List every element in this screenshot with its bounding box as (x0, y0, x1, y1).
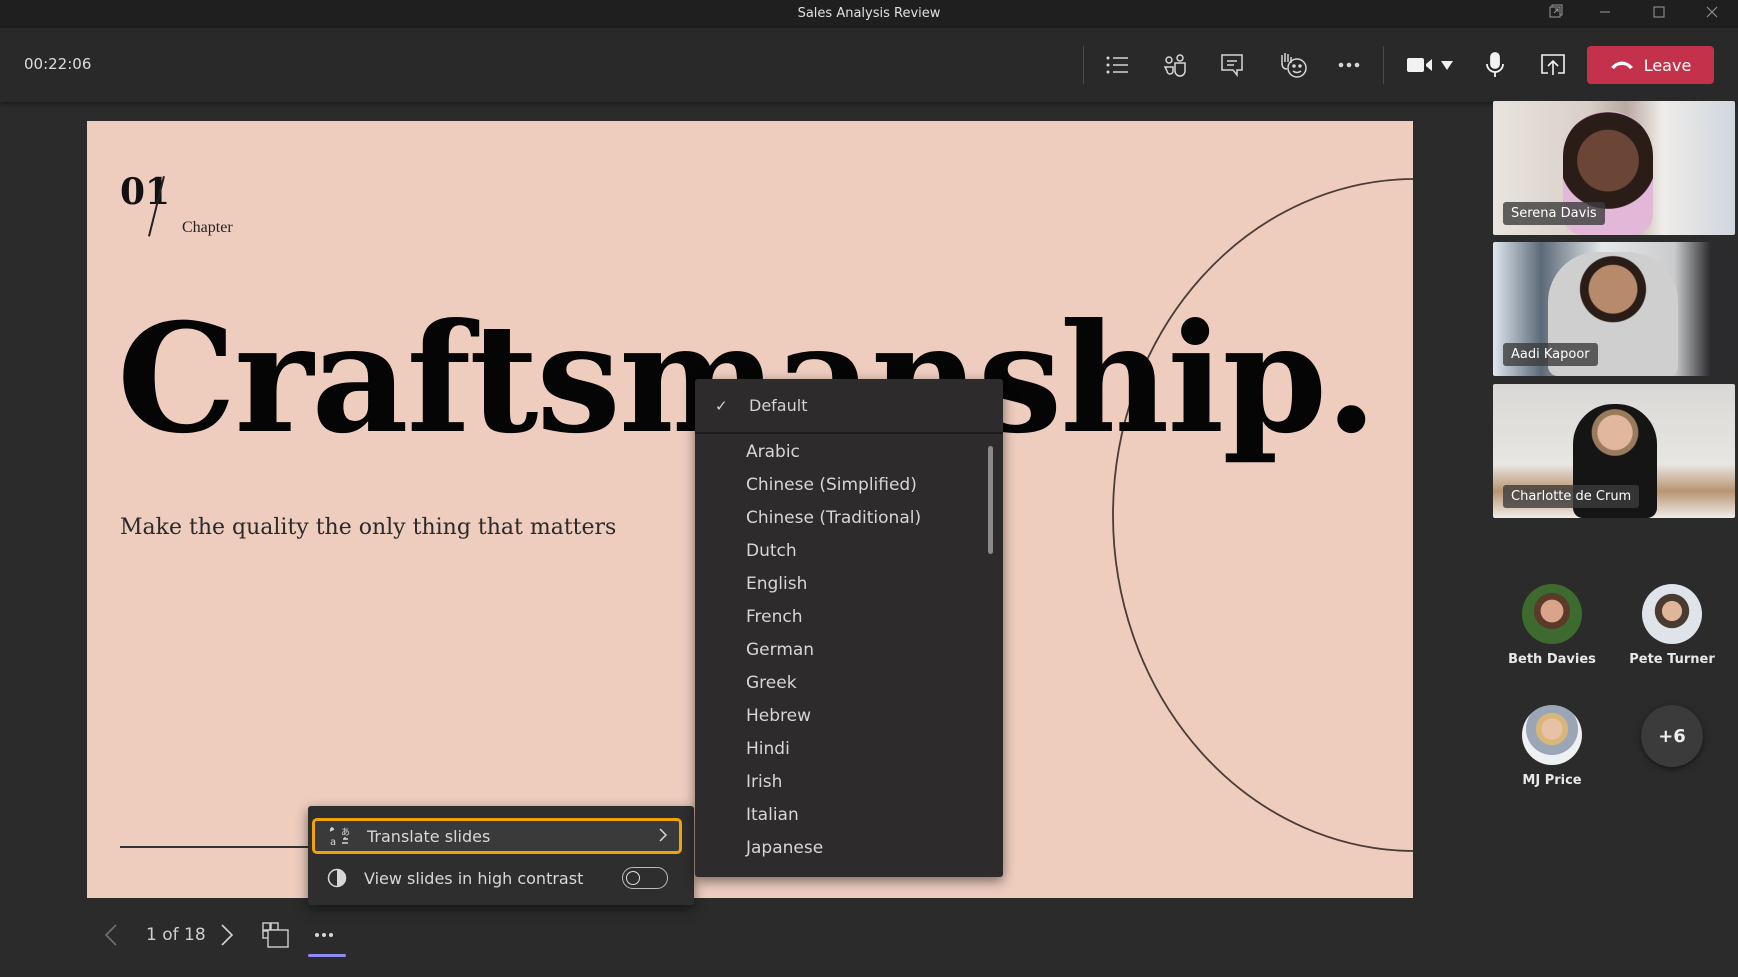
video-tile[interactable]: Charlotte de Crum (1493, 384, 1735, 518)
language-option-default[interactable]: ✓ Default (695, 379, 1003, 434)
chat-icon (1221, 54, 1243, 77)
language-option[interactable]: Chinese (Simplified) (695, 469, 1003, 502)
high-contrast-toggle[interactable] (622, 867, 668, 889)
active-indicator (308, 954, 346, 957)
chevron-right-icon (221, 924, 234, 946)
list-icon (1106, 56, 1128, 74)
more-slide-options-button[interactable] (314, 920, 334, 950)
language-option[interactable]: English (695, 568, 1003, 601)
minimize-icon[interactable] (1594, 4, 1616, 24)
participant-name: Beth Davies (1508, 652, 1596, 667)
participant-name: Aadi Kapoor (1503, 343, 1598, 366)
participant-name: Serena Davis (1503, 202, 1605, 225)
participant-name: MJ Price (1522, 773, 1582, 788)
checkmark-icon: ✓ (715, 396, 728, 415)
participant-avatar[interactable]: MJ Price (1497, 705, 1607, 788)
video-camera-icon (1407, 58, 1432, 72)
language-option[interactable]: Irish (695, 766, 1003, 799)
hang-up-icon (1610, 61, 1633, 69)
chevron-right-icon (659, 827, 668, 846)
caret-down-icon (1441, 60, 1453, 70)
language-option[interactable]: German (695, 634, 1003, 667)
raise-hand-emoji-icon (1281, 53, 1307, 78)
video-tile[interactable]: Aadi Kapoor (1493, 242, 1735, 376)
toolbar-divider (1083, 46, 1084, 84)
language-label: Default (749, 396, 808, 415)
participant-name: Pete Turner (1629, 652, 1715, 667)
microphone-button[interactable] (1475, 47, 1515, 83)
camera-options-button[interactable] (1432, 47, 1462, 83)
toolbar-divider (1383, 46, 1384, 84)
participant-avatar[interactable]: Pete Turner (1617, 584, 1727, 667)
react-button[interactable] (1273, 47, 1313, 83)
language-option[interactable]: Dutch (695, 535, 1003, 568)
language-option[interactable]: Hebrew (695, 700, 1003, 733)
slide-page-indicator: 1 of 18 (146, 925, 206, 945)
translate-icon: あa (329, 826, 351, 846)
video-tile[interactable]: Serena Davis (1493, 101, 1735, 235)
more-icon (1338, 62, 1360, 68)
share-button[interactable] (1533, 47, 1573, 83)
svg-text:a: a (330, 837, 336, 846)
chapter-label: Chapter (182, 219, 233, 236)
language-option[interactable]: Japanese (695, 832, 1003, 865)
popout-icon[interactable] (1545, 4, 1567, 24)
avatar (1522, 584, 1582, 644)
slide-thumbnails-button[interactable] (262, 920, 290, 950)
language-list: Arabic Chinese (Simplified) Chinese (Tra… (695, 436, 1003, 865)
participant-name: Charlotte de Crum (1503, 485, 1640, 508)
more-icon (315, 933, 333, 937)
menu-item-label: Translate slides (367, 826, 491, 846)
avatar (1642, 584, 1702, 644)
agenda-list-button[interactable] (1098, 47, 1138, 83)
language-option[interactable]: Chinese (Traditional) (695, 502, 1003, 535)
avatar (1522, 705, 1582, 765)
language-option[interactable]: Italian (695, 799, 1003, 832)
thumbnails-icon (262, 922, 289, 948)
share-screen-icon (1541, 54, 1565, 75)
window-title: Sales Analysis Review (797, 6, 941, 21)
previous-slide-button[interactable] (104, 920, 118, 950)
chevron-left-icon (104, 924, 117, 946)
participants-button[interactable] (1155, 47, 1195, 83)
participant-avatar[interactable]: Beth Davies (1497, 584, 1607, 667)
decorative-circle (1112, 178, 1413, 852)
menu-item-label: View slides in high contrast (364, 868, 584, 888)
contrast-icon (326, 868, 348, 888)
meeting-timer: 00:22:06 (24, 55, 92, 73)
close-icon[interactable] (1701, 4, 1723, 24)
slide-subtitle: Make the quality the only thing that mat… (120, 515, 617, 540)
translate-slides-menu-item[interactable]: あa Translate slides (312, 818, 682, 854)
slide-options-menu: あa Translate slides View slides in high … (308, 806, 694, 905)
leave-button[interactable]: Leave (1587, 46, 1714, 84)
people-icon (1163, 54, 1186, 77)
language-option[interactable]: Greek (695, 667, 1003, 700)
maximize-icon[interactable] (1648, 4, 1670, 24)
language-option[interactable]: Arabic (695, 436, 1003, 469)
high-contrast-menu-item[interactable]: View slides in high contrast (312, 858, 682, 898)
mic-icon (1486, 52, 1504, 77)
language-option[interactable]: Hindi (695, 733, 1003, 766)
more-participants-button[interactable]: +6 (1641, 705, 1703, 767)
language-submenu: ✓ Default Arabic Chinese (Simplified) Ch… (695, 379, 1003, 877)
chat-button[interactable] (1212, 47, 1252, 83)
leave-label: Leave (1643, 55, 1692, 75)
svg-text:あ: あ (341, 827, 350, 838)
next-slide-button[interactable] (220, 920, 234, 950)
language-scrollbar[interactable] (988, 446, 993, 554)
language-option[interactable]: French (695, 601, 1003, 634)
more-actions-button[interactable] (1329, 47, 1369, 83)
